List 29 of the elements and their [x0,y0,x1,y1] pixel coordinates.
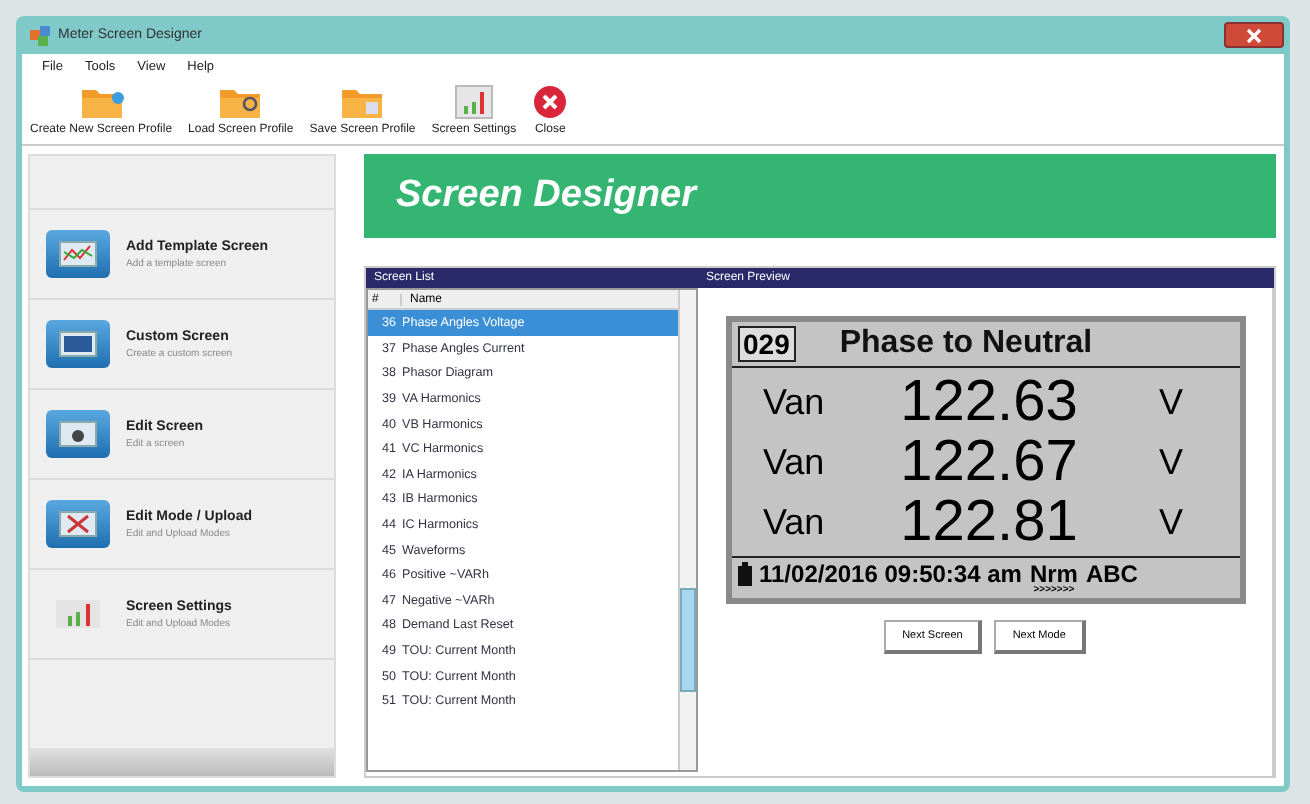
close-icon [1246,27,1262,43]
app-icon [30,25,50,45]
folder-icon [218,84,263,120]
reading-value: 122.67 [898,429,1080,495]
reading-label: Van [761,381,827,423]
battery-icon [737,562,751,586]
tile-icon [46,320,110,368]
phase-text: ABC [1085,562,1138,586]
tile-icon [46,500,110,548]
reading-unit: V [1157,441,1184,483]
bar-chart-icon [453,84,494,120]
scrollbar[interactable] [678,290,696,770]
bar-chart-icon [56,600,100,628]
reading-label: Van [761,441,827,483]
reading-unit: V [1157,501,1184,543]
tile-icon [46,230,110,278]
reading-value: 122.63 [898,369,1080,435]
folder-icon [79,84,124,120]
reading-value: 122.81 [898,489,1080,555]
tile-icon [46,410,110,458]
reading-unit: V [1157,381,1184,423]
header-title: Screen Designer [396,174,696,218]
reading-label: Van [761,501,827,543]
close-button[interactable] [1224,22,1284,48]
mode-text: Nrm [1029,562,1078,586]
date-time: 11/02/2016 09:50:34 am [759,562,1022,586]
folder-icon [340,84,385,120]
screen-title: Phase to Neutral [839,326,1093,362]
screen-number: 029 [737,326,796,362]
